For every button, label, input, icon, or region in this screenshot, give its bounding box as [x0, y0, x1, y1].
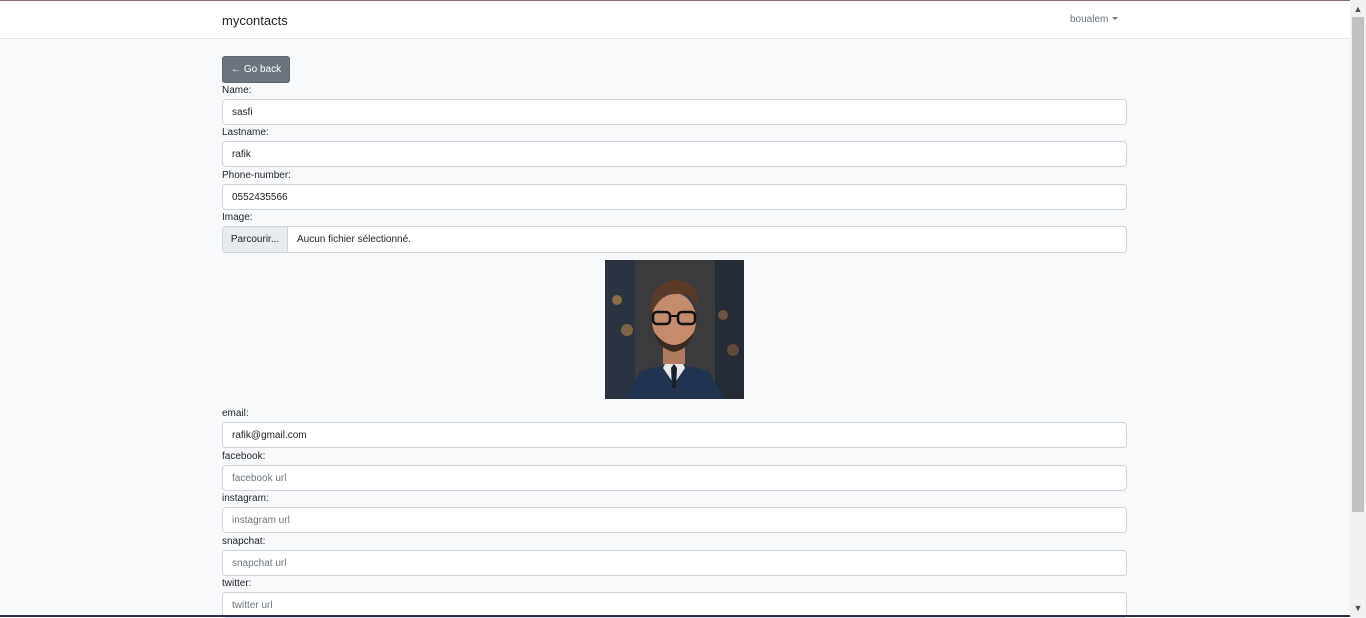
go-back-label: Go back [243, 64, 282, 75]
email-label: email: [222, 408, 249, 419]
name-label: Name: [222, 85, 252, 96]
scroll-up-arrow-icon[interactable]: ▲ [1352, 2, 1364, 16]
browse-button[interactable]: Parcourir... [223, 227, 288, 252]
snapchat-input[interactable] [222, 550, 1127, 576]
instagram-label: instagram: [222, 493, 269, 504]
contact-photo [605, 260, 744, 399]
lastname-input[interactable] [222, 141, 1127, 167]
lastname-label: Lastname: [222, 127, 269, 138]
go-back-button[interactable]: ← Go back [222, 56, 290, 83]
scrollbar-thumb[interactable] [1352, 17, 1364, 512]
phone-label: Phone-number: [222, 170, 291, 181]
user-menu-toggle[interactable]: boualem [1070, 14, 1119, 25]
phone-input[interactable] [222, 184, 1127, 210]
twitter-label: twitter: [222, 578, 252, 589]
file-status-text: Aucun fichier sélectionné. [297, 234, 411, 245]
caret-down-icon [1112, 17, 1119, 20]
snapchat-label: snapchat: [222, 536, 266, 547]
contact-photo-illustration [605, 260, 744, 399]
user-name: boualem [1070, 14, 1109, 25]
email-input[interactable] [222, 422, 1127, 448]
arrow-left-icon: ← [230, 64, 241, 75]
image-file-input[interactable]: Parcourir... Aucun fichier sélectionné. [222, 226, 1127, 253]
instagram-input[interactable] [222, 507, 1127, 533]
brand-logo[interactable]: mycontacts [222, 13, 288, 28]
scroll-down-arrow-icon[interactable]: ▼ [1352, 601, 1364, 615]
navbar: mycontacts boualem [0, 1, 1350, 39]
image-label: Image: [222, 212, 253, 223]
name-input[interactable] [222, 99, 1127, 125]
facebook-label: facebook: [222, 451, 266, 462]
facebook-input[interactable] [222, 465, 1127, 491]
